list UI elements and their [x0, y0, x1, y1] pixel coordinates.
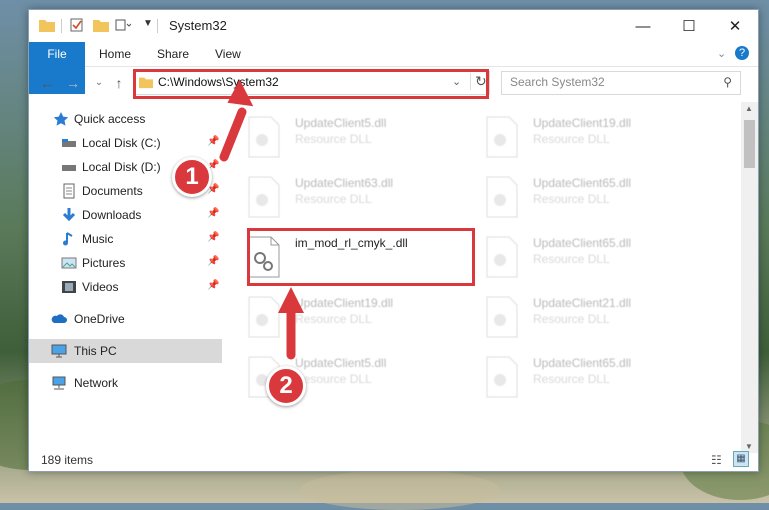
recent-locations-icon[interactable]: ⌄	[89, 73, 109, 93]
scroll-up-icon[interactable]: ▲	[745, 104, 753, 113]
details-view-icon[interactable]: ☷	[711, 453, 722, 467]
nav-item-quick-access[interactable]: Quick access	[29, 107, 222, 131]
dll-file-icon	[248, 176, 280, 218]
search-input[interactable]: Search System32 ⚲	[501, 71, 741, 95]
computer-icon	[51, 344, 67, 358]
file-item[interactable]: UpdateClient5.dll Resource DLL	[237, 110, 467, 162]
nav-item-this-pc[interactable]: This PC	[29, 339, 222, 363]
drive-icon	[62, 139, 76, 147]
nav-item-videos[interactable]: Videos 📌	[29, 275, 222, 299]
large-icons-view-icon[interactable]: ▦	[733, 451, 749, 467]
status-bar: 189 items ☷ ▦	[29, 450, 758, 471]
forward-arrow-icon[interactable]: →	[63, 73, 83, 93]
navigation-pane: Quick access Local Disk (C:) 📌 Local Dis…	[29, 102, 224, 452]
close-button[interactable]: ✕	[712, 10, 758, 42]
download-icon	[62, 208, 76, 222]
pin-icon[interactable]: 📌	[207, 208, 219, 219]
back-arrow-icon[interactable]: ←	[37, 73, 57, 93]
explorer-window: ▼ System32 — ☐ ✕ File Home Share View ⌄ …	[28, 9, 759, 472]
maximize-button[interactable]: ☐	[666, 10, 712, 42]
file-item[interactable]: UpdateClient65.dll Resource DLL	[475, 350, 705, 402]
documents-icon	[63, 183, 75, 199]
window-title: System32	[169, 18, 227, 33]
ribbon-tabs: File Home Share View ⌄ ?	[29, 42, 758, 94]
nav-item-downloads[interactable]: Downloads 📌	[29, 203, 222, 227]
help-icon[interactable]: ?	[735, 46, 749, 60]
network-icon	[52, 376, 66, 390]
expand-ribbon-icon[interactable]: ⌄	[717, 47, 726, 60]
file-item[interactable]: UpdateClient21.dll Resource DLL	[475, 290, 705, 342]
search-placeholder: Search System32	[510, 75, 605, 89]
file-item[interactable]: UpdateClient65.dll Resource DLL	[475, 170, 705, 222]
scrollbar-thumb[interactable]	[744, 120, 755, 168]
item-count: 189 items	[41, 453, 94, 467]
star-icon	[53, 112, 69, 126]
search-icon[interactable]: ⚲	[723, 75, 732, 89]
dll-file-icon	[486, 296, 518, 338]
file-item[interactable]: UpdateClient65.dll Resource DLL	[475, 230, 705, 282]
folder-icon	[39, 20, 55, 32]
drive-icon	[62, 165, 76, 171]
pin-icon[interactable]: 📌	[207, 256, 219, 267]
file-item[interactable]: UpdateClient19.dll Resource DLL	[237, 290, 467, 342]
callout-step-2: 2	[266, 366, 306, 406]
customize-toolbar-icon[interactable]	[115, 18, 131, 32]
pictures-icon	[61, 257, 77, 269]
dll-file-icon	[486, 176, 518, 218]
address-highlight-box	[133, 69, 489, 99]
tab-home[interactable]: Home	[89, 42, 141, 66]
tab-view[interactable]: View	[205, 42, 251, 66]
music-icon	[63, 232, 73, 246]
file-item[interactable]: UpdateClient19.dll Resource DLL	[475, 110, 705, 162]
nav-item-pictures[interactable]: Pictures 📌	[29, 251, 222, 275]
nav-item-network[interactable]: Network	[29, 371, 222, 395]
nav-item-onedrive[interactable]: OneDrive	[29, 307, 222, 331]
dll-file-icon	[248, 116, 280, 158]
tab-share[interactable]: Share	[147, 42, 199, 66]
file-item[interactable]: UpdateClient63.dll Resource DLL	[237, 170, 467, 222]
videos-icon	[62, 281, 76, 293]
vertical-scrollbar[interactable]: ▲ ▼	[741, 102, 758, 453]
dll-file-icon	[486, 356, 518, 398]
callout-step-1: 1	[172, 157, 212, 197]
new-folder-icon[interactable]	[93, 18, 109, 32]
dll-file-icon	[486, 236, 518, 278]
dll-file-icon	[248, 296, 280, 338]
pin-icon[interactable]: 📌	[207, 280, 219, 291]
properties-icon[interactable]	[69, 18, 85, 32]
chevron-down-icon[interactable]: ▼	[143, 18, 153, 29]
up-arrow-icon[interactable]: ↑	[109, 73, 129, 93]
dll-file-icon	[486, 116, 518, 158]
nav-item-music[interactable]: Music 📌	[29, 227, 222, 251]
cloud-icon	[51, 314, 67, 323]
file-highlight-box	[247, 228, 475, 286]
minimize-button[interactable]: —	[620, 10, 666, 42]
title-bar: ▼ System32 — ☐ ✕	[29, 10, 758, 42]
pin-icon[interactable]: 📌	[207, 232, 219, 243]
nav-item-local-disk-c[interactable]: Local Disk (C:) 📌	[29, 131, 222, 155]
pin-icon[interactable]: 📌	[207, 136, 219, 147]
